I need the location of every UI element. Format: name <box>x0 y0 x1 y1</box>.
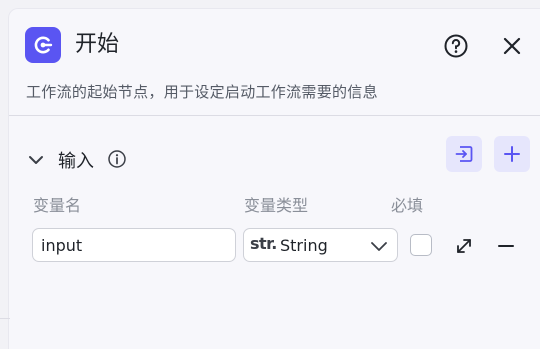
import-button[interactable] <box>446 136 482 172</box>
variable-type-value: String <box>280 236 328 255</box>
panel-header: 开始 <box>25 27 540 63</box>
node-description: 工作流的起始节点，用于设定启动工作流需要的信息 <box>26 83 378 101</box>
column-header-required: 必填 <box>391 196 424 215</box>
chevron-down-icon[interactable] <box>27 151 45 169</box>
divider <box>0 318 10 319</box>
type-string-icon: str. <box>250 234 277 253</box>
divider <box>9 115 540 116</box>
chevron-down-icon <box>370 237 388 255</box>
add-variable-button[interactable] <box>494 136 530 172</box>
info-icon[interactable] <box>107 149 127 169</box>
close-icon[interactable] <box>499 33 525 59</box>
column-header-name: 变量名 <box>33 196 82 215</box>
start-node-panel: 开始 工作流的起始节点，用于设定启动工作流需要的信息 输入 变量名 变量类型 必… <box>8 8 540 349</box>
column-header-type: 变量类型 <box>244 196 309 215</box>
help-icon[interactable] <box>443 33 469 59</box>
input-section-title: 输入 <box>58 151 94 172</box>
remove-variable-button[interactable] <box>496 236 516 256</box>
variable-type-select[interactable]: str. String <box>243 228 398 262</box>
plus-icon <box>504 146 520 162</box>
import-icon <box>455 146 473 162</box>
start-node-icon <box>25 27 61 63</box>
variable-name-input[interactable] <box>32 228 236 262</box>
minus-icon <box>498 245 514 247</box>
node-title: 开始 <box>75 32 120 57</box>
expand-icon[interactable] <box>454 236 474 256</box>
required-checkbox[interactable] <box>410 234 432 256</box>
